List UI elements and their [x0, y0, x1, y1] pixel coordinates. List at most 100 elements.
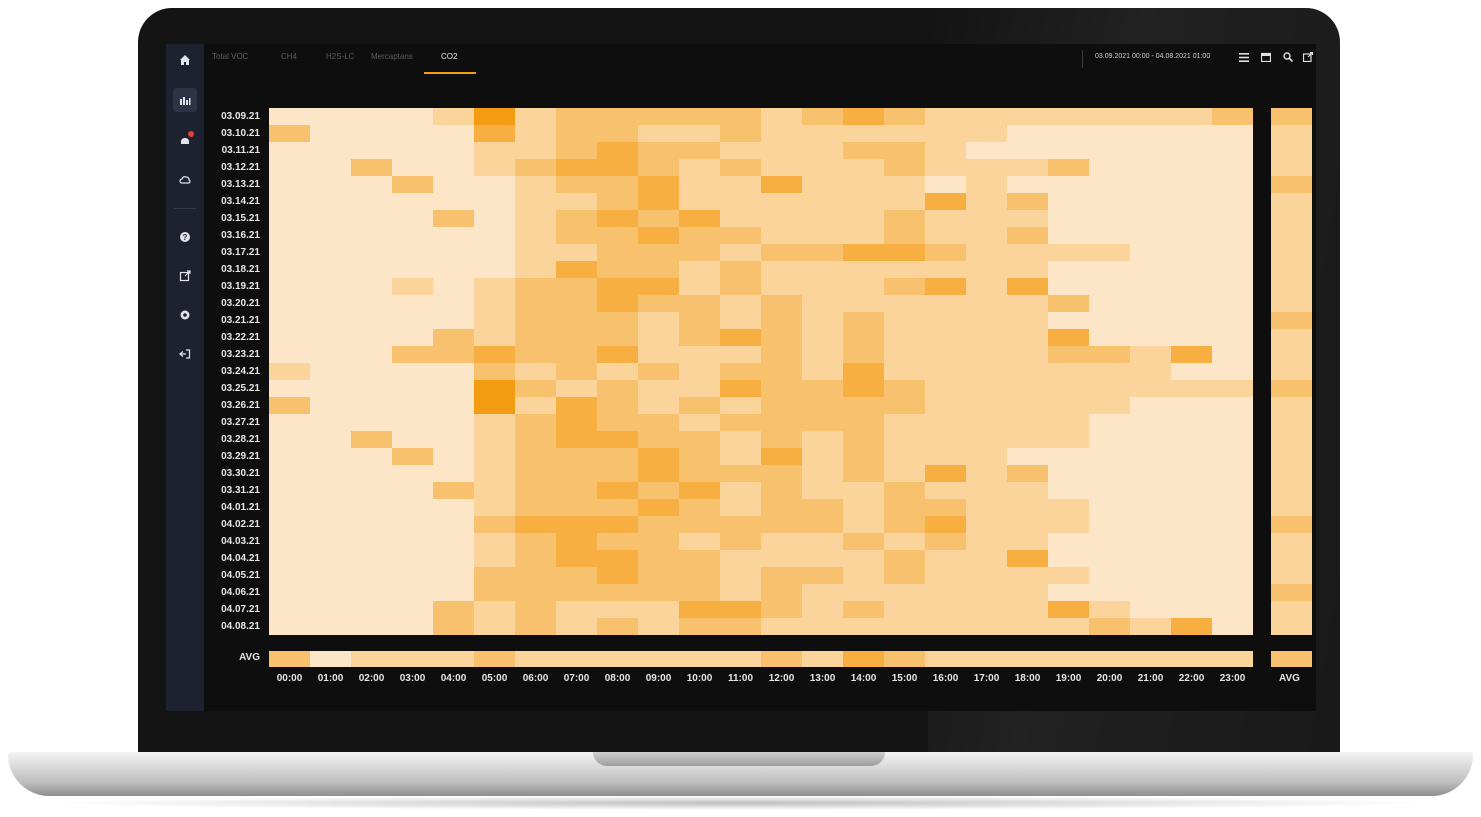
col-avg-cell[interactable]	[474, 651, 515, 667]
heatmap-cell[interactable]	[474, 142, 515, 159]
heatmap-cell[interactable]	[802, 516, 843, 533]
heatmap-cell[interactable]	[1212, 431, 1253, 448]
heatmap-cell[interactable]	[1212, 397, 1253, 414]
heatmap-cell[interactable]	[761, 397, 802, 414]
heatmap-cell[interactable]	[351, 278, 392, 295]
heatmap-cell[interactable]	[474, 159, 515, 176]
heatmap-cell[interactable]	[433, 159, 474, 176]
heatmap-cell[interactable]	[556, 584, 597, 601]
heatmap-cell[interactable]	[966, 329, 1007, 346]
heatmap-cell[interactable]	[1171, 448, 1212, 465]
heatmap-cell[interactable]	[1048, 329, 1089, 346]
heatmap-cell[interactable]	[433, 227, 474, 244]
heatmap-cell[interactable]	[433, 601, 474, 618]
heatmap-cell[interactable]	[1089, 193, 1130, 210]
heatmap-cell[interactable]	[843, 244, 884, 261]
heatmap-cell[interactable]	[1089, 533, 1130, 550]
heatmap-cell[interactable]	[925, 329, 966, 346]
heatmap-cell[interactable]	[1130, 176, 1171, 193]
heatmap-cell[interactable]	[843, 465, 884, 482]
heatmap-cell[interactable]	[310, 142, 351, 159]
heatmap-cell[interactable]	[925, 142, 966, 159]
heatmap-cell[interactable]	[433, 312, 474, 329]
heatmap-cell[interactable]	[351, 142, 392, 159]
heatmap-cell[interactable]	[843, 125, 884, 142]
heatmap-cell[interactable]	[1007, 465, 1048, 482]
heatmap-cell[interactable]	[474, 193, 515, 210]
heatmap-cell[interactable]	[1089, 482, 1130, 499]
heatmap-cell[interactable]	[1048, 499, 1089, 516]
heatmap-cell[interactable]	[884, 329, 925, 346]
heatmap-cell[interactable]	[515, 516, 556, 533]
heatmap-cell[interactable]	[433, 329, 474, 346]
heatmap-cell[interactable]	[310, 159, 351, 176]
heatmap-cell[interactable]	[1171, 108, 1212, 125]
heatmap-cell[interactable]	[638, 431, 679, 448]
heatmap-cell[interactable]	[802, 261, 843, 278]
heatmap-cell[interactable]	[720, 567, 761, 584]
heatmap-cell[interactable]	[474, 176, 515, 193]
heatmap-cell[interactable]	[474, 448, 515, 465]
row-avg-cell[interactable]	[1271, 295, 1312, 312]
heatmap-cell[interactable]	[1171, 601, 1212, 618]
heatmap-cell[interactable]	[1089, 397, 1130, 414]
heatmap-cell[interactable]	[679, 278, 720, 295]
heatmap-cell[interactable]	[1130, 312, 1171, 329]
heatmap-cell[interactable]	[679, 346, 720, 363]
heatmap-cell[interactable]	[556, 312, 597, 329]
heatmap-cell[interactable]	[556, 533, 597, 550]
heatmap-cell[interactable]	[1048, 482, 1089, 499]
heatmap-cell[interactable]	[720, 380, 761, 397]
heatmap-cell[interactable]	[720, 108, 761, 125]
heatmap-cell[interactable]	[515, 363, 556, 380]
heatmap-cell[interactable]	[679, 414, 720, 431]
heatmap-cell[interactable]	[638, 210, 679, 227]
heatmap-cell[interactable]	[474, 346, 515, 363]
heatmap-cell[interactable]	[515, 329, 556, 346]
col-avg-cell[interactable]	[392, 651, 433, 667]
heatmap-cell[interactable]	[556, 499, 597, 516]
heatmap-cell[interactable]	[1212, 125, 1253, 142]
heatmap-cell[interactable]	[1007, 142, 1048, 159]
heatmap-cell[interactable]	[966, 431, 1007, 448]
heatmap-cell[interactable]	[392, 533, 433, 550]
heatmap-cell[interactable]	[433, 278, 474, 295]
heatmap-cell[interactable]	[638, 159, 679, 176]
row-avg-cell[interactable]	[1271, 380, 1312, 397]
heatmap-cell[interactable]	[802, 397, 843, 414]
heatmap-cell[interactable]	[392, 108, 433, 125]
heatmap-cell[interactable]	[474, 312, 515, 329]
heatmap-cell[interactable]	[1089, 431, 1130, 448]
heatmap-cell[interactable]	[761, 193, 802, 210]
heatmap-cell[interactable]	[1089, 142, 1130, 159]
heatmap-cell[interactable]	[1089, 465, 1130, 482]
heatmap-cell[interactable]	[351, 601, 392, 618]
heatmap-cell[interactable]	[515, 482, 556, 499]
heatmap-cell[interactable]	[392, 125, 433, 142]
heatmap-cell[interactable]	[802, 618, 843, 635]
col-avg-cell[interactable]	[884, 651, 925, 667]
heatmap-cell[interactable]	[474, 329, 515, 346]
heatmap-cell[interactable]	[679, 499, 720, 516]
heatmap-cell[interactable]	[966, 278, 1007, 295]
heatmap-cell[interactable]	[884, 142, 925, 159]
heatmap-cell[interactable]	[966, 618, 1007, 635]
heatmap-cell[interactable]	[1212, 584, 1253, 601]
heatmap-cell[interactable]	[351, 431, 392, 448]
heatmap-cell[interactable]	[556, 380, 597, 397]
heatmap-cell[interactable]	[269, 108, 310, 125]
row-avg-cell[interactable]	[1271, 278, 1312, 295]
heatmap-cell[interactable]	[392, 346, 433, 363]
row-avg-cell[interactable]	[1271, 329, 1312, 346]
heatmap-cell[interactable]	[925, 618, 966, 635]
heatmap-cell[interactable]	[720, 618, 761, 635]
heatmap-cell[interactable]	[720, 431, 761, 448]
heatmap-cell[interactable]	[843, 380, 884, 397]
heatmap-cell[interactable]	[884, 397, 925, 414]
heatmap-cell[interactable]	[1130, 397, 1171, 414]
heatmap-cell[interactable]	[1212, 601, 1253, 618]
heatmap-cell[interactable]	[597, 533, 638, 550]
heatmap-cell[interactable]	[638, 516, 679, 533]
heatmap-cell[interactable]	[269, 448, 310, 465]
heatmap-cell[interactable]	[1048, 601, 1089, 618]
